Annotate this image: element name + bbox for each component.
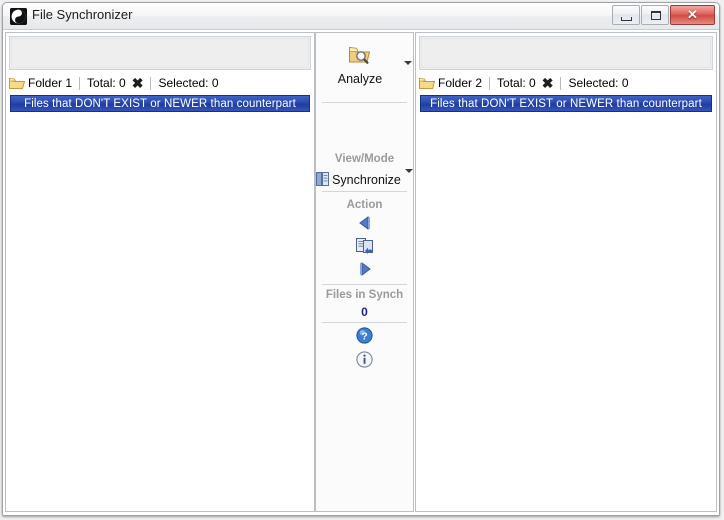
right-file-panel: Folder 2 Total: 0 ✖ Selected: 0 Files th… (415, 32, 717, 512)
info-circle-icon (356, 351, 373, 371)
right-clear-button[interactable]: ✖ (542, 76, 554, 90)
left-folder-label: Folder 1 (28, 76, 73, 90)
right-selected-count: Selected: 0 (568, 76, 629, 90)
analyze-dropdown-arrow[interactable] (404, 61, 413, 70)
left-path-input[interactable] (11, 38, 309, 68)
client-area: Folder 1 Total: 0 ✖ Selected: 0 Files th… (3, 30, 719, 515)
window-frame: File Synchronizer ✕ Folder 1 Total: 0 ✖ … (2, 2, 720, 516)
right-separator-2 (560, 76, 562, 90)
left-total-count: Total: 0 (87, 76, 126, 90)
right-path-combobox[interactable] (419, 36, 713, 70)
folder-open-icon (419, 76, 436, 90)
right-folder-label: Folder 2 (438, 76, 483, 90)
action-title: Action (346, 199, 383, 211)
close-button[interactable]: ✕ (670, 5, 715, 25)
sync-files-icon (355, 237, 374, 257)
left-selected-count: Selected: 0 (158, 76, 219, 90)
close-icon: ✕ (687, 7, 698, 22)
viewmode-chevron-down-icon[interactable] (404, 169, 413, 187)
left-path-combobox[interactable] (9, 36, 311, 70)
files-in-synch-count: 0 (361, 305, 368, 319)
right-folder-bar: Folder 2 Total: 0 ✖ Selected: 0 (419, 73, 713, 93)
copy-left-button[interactable] (316, 215, 413, 233)
help-button[interactable]: ? (316, 327, 413, 347)
center-divider-4 (322, 322, 407, 323)
minimize-icon (621, 17, 632, 21)
left-file-panel: Folder 1 Total: 0 ✖ Selected: 0 Files th… (5, 32, 315, 512)
page-title: File Synchronizer (32, 7, 133, 22)
left-folder-bar: Folder 1 Total: 0 ✖ Selected: 0 (9, 73, 311, 93)
viewmode-value: Synchronize (332, 173, 401, 187)
help-circle-icon: ? (356, 327, 373, 347)
folder-search-icon (348, 44, 372, 69)
maximize-icon (651, 11, 661, 20)
arrow-left-icon (357, 215, 373, 233)
viewmode-title: View/Mode (334, 153, 395, 165)
center-divider-1 (322, 102, 407, 103)
left-filter-banner[interactable]: Files that DON'T EXIST or NEWER than cou… (10, 95, 310, 112)
svg-text:?: ? (361, 331, 367, 342)
application-window: File Synchronizer ✕ Folder 1 Total: 0 ✖ … (0, 0, 724, 520)
center-divider-2 (322, 191, 407, 192)
left-separator-2 (150, 76, 152, 90)
copy-right-button[interactable] (316, 261, 413, 279)
info-button[interactable] (316, 351, 413, 371)
sync-both-button[interactable] (316, 238, 413, 256)
yinyang-icon (10, 8, 27, 25)
analyze-button[interactable]: Analyze (320, 37, 400, 93)
folder-open-icon (9, 76, 26, 90)
left-file-list[interactable] (9, 114, 311, 508)
left-separator-1 (79, 76, 81, 90)
list-mode-icon (316, 171, 330, 189)
analyze-label: Analyze (337, 72, 383, 86)
chevron-down-icon (404, 61, 412, 65)
right-path-input[interactable] (421, 38, 711, 68)
right-file-list[interactable] (419, 114, 713, 508)
viewmode-dropdown[interactable]: Synchronize (316, 169, 413, 189)
maximize-button[interactable] (641, 5, 669, 25)
files-in-synch-title: Files in Synch (325, 289, 404, 301)
right-separator-1 (489, 76, 491, 90)
center-divider-3 (322, 284, 407, 285)
right-total-count: Total: 0 (497, 76, 536, 90)
minimize-button[interactable] (612, 5, 640, 25)
left-clear-button[interactable]: ✖ (132, 76, 144, 90)
title-bar[interactable]: File Synchronizer ✕ (3, 3, 719, 30)
arrow-right-icon (357, 261, 373, 279)
right-filter-banner[interactable]: Files that DON'T EXIST or NEWER than cou… (420, 95, 712, 112)
window-controls: ✕ (611, 5, 715, 26)
center-command-panel: Analyze View/Mode Synchronize Action Fil… (315, 32, 414, 512)
